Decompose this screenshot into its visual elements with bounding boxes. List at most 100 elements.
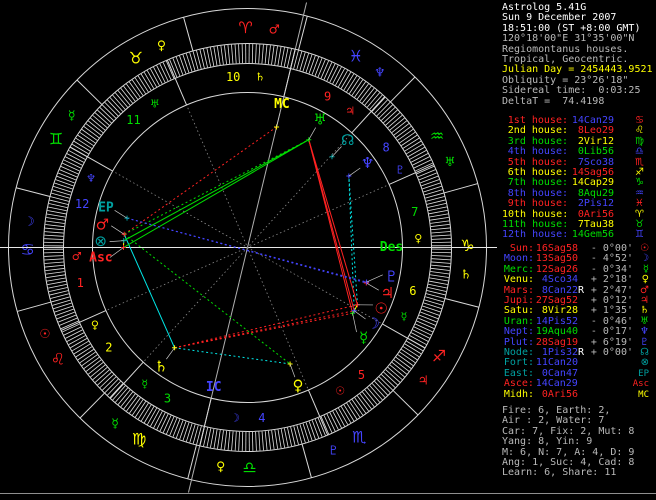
pointer-line (115, 210, 127, 218)
retrograde-flag (578, 390, 585, 400)
sign-glyph-cancer-icon: ♋ (20, 240, 34, 259)
house-number-8: 8 (382, 140, 389, 154)
house-ruler-3-icon: ☿ (141, 378, 148, 391)
astrolog-window: { "colors":{ "white":"#ffffff","gray":"#… (0, 0, 656, 496)
axis-label-des: Des (380, 240, 403, 255)
house-number-7: 7 (411, 205, 418, 219)
aspect-tri-Fort-Uran (124, 140, 309, 241)
sign-glyph-scorpio-icon: ♏ (352, 428, 366, 447)
retrograde-flag (578, 296, 585, 306)
window-edge (0, 493, 656, 494)
sign-ruler-libra-icon: ♀ (216, 458, 225, 473)
house-cusp-line-2 (61, 311, 106, 331)
house-cusp-value: 14Gem56 (568, 230, 614, 240)
house-number-1: 1 (77, 276, 84, 290)
wheel-object-node-icon: ☊ (341, 131, 354, 149)
planet-icon: ⊗ (633, 358, 656, 368)
axis-label-ic: IC (206, 380, 222, 395)
house-ruler-9-icon: ♃ (345, 104, 355, 117)
house-row-12: 12th house:14Gem56♊ (502, 230, 656, 240)
object-position-value: 0Ari56 (534, 390, 578, 400)
house-number-5: 5 (358, 368, 365, 382)
element-stats: Fire: 6, Earth: 2,Air : 2, Water: 7Car: … (502, 406, 656, 479)
sign-glyph-aries-icon: ♈ (238, 18, 252, 37)
wheel-object-nept-icon: ♆ (361, 154, 374, 172)
retrograde-flag (578, 369, 585, 379)
sign-ruler-virgo-icon: ☿ (111, 416, 119, 431)
aspect-sex-Venu-Satu (175, 348, 290, 364)
sign-ruler-scorpio-icon: ♇ (328, 442, 339, 457)
retrograde-flag: R (578, 348, 585, 358)
planet-icon: MC (633, 390, 656, 400)
sign-boundary (445, 299, 479, 308)
aspect-tri-Asce-Uran (124, 140, 309, 248)
wheel-object-east-icon: EP (98, 200, 114, 215)
wheel-object-uran-icon: ♅ (313, 111, 326, 129)
pointer-line (111, 226, 124, 234)
wheel-svg: ♈♂♉♀♊☿♋☽♌☉♍☿♎♀♏♇♐♃♑♄♒♅♓♆1♂2♀3☿4☽5☉6☿7♀8♇… (0, 0, 497, 496)
sign-ruler-pisces-icon: ♆ (374, 64, 385, 79)
sign-ruler-gemini-icon: ☿ (68, 108, 76, 123)
wheel-object-satu-icon: ♄ (154, 357, 167, 375)
sign-ruler-aries-icon: ♂ (269, 22, 280, 37)
aspect-tri-Mars-Venu (124, 234, 290, 364)
sign-boundary (299, 16, 308, 50)
aspect-squ-Satu-Moon (175, 311, 355, 348)
wheel-object-mars-icon: ♂ (96, 215, 109, 233)
chart-header: Astrolog 5.41GSun 9 December 200718:51:0… (502, 3, 656, 107)
aspect-sex-Mars-Satu (124, 234, 174, 348)
sign-ruler-leo-icon: ☉ (39, 326, 50, 341)
house-number-10: 10 (226, 70, 240, 84)
retrograde-flag (578, 306, 585, 316)
wheel-object-midh-icon: MC (274, 97, 290, 112)
house-ruler-11-icon: ♅ (150, 97, 160, 110)
house-ruler-1-icon: ♂ (72, 250, 82, 263)
velocity-value (587, 390, 633, 400)
pointer-line (349, 168, 360, 176)
sign-glyph-libra-icon: ♎ (242, 458, 256, 477)
pointer-line (366, 283, 378, 290)
sign-boundary (444, 184, 478, 193)
aspect-squ-Midh-Mars (124, 127, 276, 234)
pointer-line (354, 311, 365, 319)
planet-position-list: Sun:16Sag58- 0°00'☉Moon:13Sag50- 4°52'☽M… (502, 244, 656, 400)
sign-boundary (188, 445, 197, 479)
wheel-object-sun-icon: ☉ (374, 300, 387, 318)
chart-wheel: ♈♂♉♀♊☿♋☽♌☉♍☿♎♀♏♇♐♃♑♄♒♅♓♆1♂2♀3☿4☽5☉6☿7♀8♇… (0, 0, 497, 496)
house-ruler-12-icon: ♆ (86, 172, 96, 185)
velocity-value (587, 358, 633, 368)
sign-boundary (17, 302, 51, 311)
velocity-value (587, 369, 633, 379)
house-number-12: 12 (75, 197, 89, 211)
sign-ruler-capricorn-icon: ♄ (460, 267, 471, 282)
sign-icon: ♊ (614, 230, 656, 240)
sign-boundary (393, 390, 418, 415)
house-number-4: 4 (258, 411, 265, 425)
pointer-line (367, 275, 383, 282)
sign-glyph-taurus-icon: ♉ (129, 48, 143, 67)
sign-glyph-gemini-icon: ♊ (49, 130, 63, 149)
retrograde-flag (578, 358, 585, 368)
sign-ruler-taurus-icon: ♀ (157, 38, 166, 53)
wheel-object-plut-icon: ♇ (385, 268, 398, 286)
retrograde-flag (578, 254, 585, 264)
retrograde-flag (578, 317, 585, 327)
retrograde-flag (578, 379, 585, 389)
house-ruler-2-icon: ♀ (91, 318, 99, 331)
aspect-squ-Merc-Uran (309, 140, 353, 314)
sign-glyph-aquarius-icon: ♒ (430, 126, 444, 145)
sign-boundary (184, 17, 193, 51)
sign-boundary (16, 188, 50, 197)
pointer-line (277, 113, 280, 127)
sign-glyph-pisces-icon: ♓ (349, 46, 363, 65)
house-number-3: 3 (164, 392, 171, 406)
house-number-2: 2 (105, 341, 112, 355)
wheel-object-fort-icon: ⊗ (94, 232, 107, 250)
pointer-line (353, 313, 357, 332)
header-line-9: DeltaT = 74.4198 (502, 97, 656, 107)
aspect-squ-Satu-Sun (175, 305, 358, 348)
velocity-value: + 0°00' (587, 348, 633, 358)
object-label: Midh: (502, 390, 534, 400)
pointer-line (110, 241, 124, 242)
aspect-tri-Mars-Uran (124, 140, 309, 235)
